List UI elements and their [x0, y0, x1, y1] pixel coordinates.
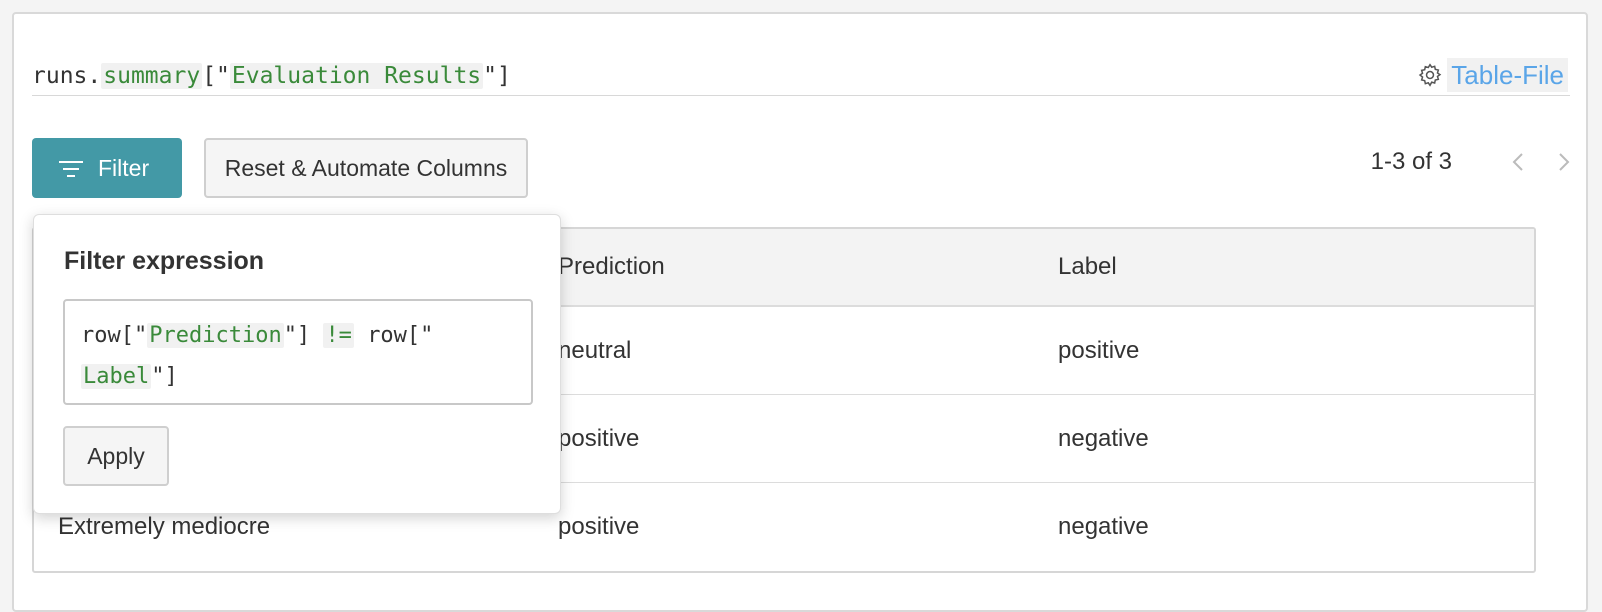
expr-open: [" — [202, 63, 230, 89]
table-cell: negative — [1058, 424, 1149, 452]
table-panel: runs.summary["Evaluation Results"] Table… — [12, 12, 1588, 612]
expression-bar: runs.summary["Evaluation Results"] Table… — [32, 56, 1570, 96]
filter-lines-icon — [58, 158, 84, 178]
chevron-left-icon[interactable] — [1506, 149, 1532, 175]
expr-token: "] — [151, 364, 178, 389]
chevron-right-icon[interactable] — [1550, 149, 1576, 175]
table-cell: negative — [1058, 513, 1149, 540]
panel-expression[interactable]: runs.summary["Evaluation Results"] — [32, 60, 511, 92]
table-cell: positive — [558, 424, 640, 452]
apply-button[interactable]: Apply — [63, 426, 169, 486]
table-cell: Extremely mediocre — [58, 513, 271, 540]
expr-key: Evaluation Results — [229, 63, 484, 89]
column-header-prediction[interactable]: Prediction — [534, 253, 1034, 281]
filter-button[interactable]: Filter — [32, 138, 182, 198]
expr-token: row[" — [81, 323, 148, 348]
table-cell: positive — [1058, 336, 1140, 364]
expr-prefix: runs. — [32, 63, 102, 89]
filter-popover-title: Filter expression — [64, 247, 265, 275]
expr-method: summary — [101, 63, 203, 89]
gear-icon[interactable] — [1417, 62, 1443, 88]
filter-expression-input[interactable]: row["Prediction"] != row[" Label"] — [63, 299, 533, 405]
expr-token-key: Label — [81, 364, 152, 389]
reset-automate-columns-button[interactable]: Reset & Automate Columns — [204, 138, 528, 198]
table-cell: neutral — [558, 336, 632, 364]
expr-close: "] — [483, 63, 511, 89]
expr-token-operator: != — [323, 323, 354, 348]
table-cell: positive — [558, 513, 640, 540]
panel-type-label[interactable]: Table-File — [1447, 58, 1568, 92]
pagination-text: 1-3 of 3 — [1370, 148, 1452, 175]
pagination: 1-3 of 3 — [1371, 142, 1576, 182]
filter-popover: Filter expression row["Prediction"] != r… — [33, 214, 561, 514]
filter-button-label: Filter — [98, 154, 150, 181]
expr-token: row[" — [367, 323, 434, 348]
column-header-label[interactable]: Label — [1034, 253, 1534, 281]
expr-token-key: Prediction — [147, 323, 284, 348]
panel-type-selector[interactable]: Table-File — [1417, 58, 1568, 92]
expr-token: "] — [283, 323, 311, 348]
